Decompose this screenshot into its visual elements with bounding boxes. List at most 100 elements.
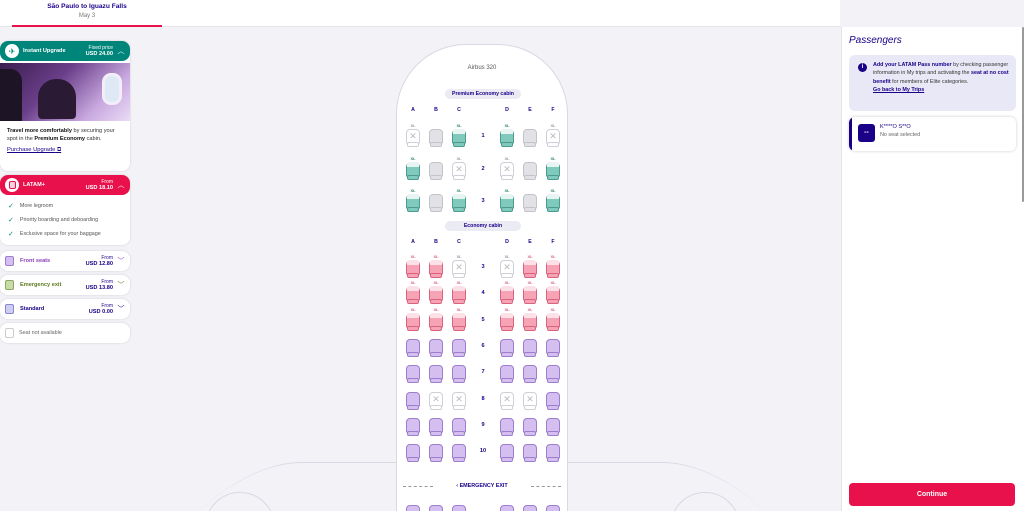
route-tab[interactable]: São Paulo to Iguazu Falls May 3 [12, 0, 162, 27]
seat-2f[interactable]: XL [545, 156, 561, 180]
seat-5a[interactable]: XL [405, 307, 421, 331]
seat-partial[interactable] [545, 505, 561, 511]
external-link-icon: ⧉ [56, 146, 62, 153]
seat-4a[interactable]: XL [405, 280, 421, 305]
latam-plus-title: LATAM+ [23, 182, 46, 188]
seat-2e [522, 161, 538, 180]
seat-7c[interactable] [451, 365, 467, 384]
seat-3f[interactable]: XL [545, 188, 561, 212]
feature-item: ✓ Exclusive space for your baggage [8, 231, 101, 238]
unavailable-icon: ✕ [455, 393, 463, 404]
seat-6e[interactable] [522, 338, 538, 357]
continue-button[interactable]: Continue [849, 483, 1015, 506]
seat-1b [428, 129, 444, 147]
seat-5d[interactable]: XL [499, 307, 515, 331]
seat-5f[interactable]: XL [545, 307, 561, 331]
seat-4c[interactable]: XL [451, 280, 467, 305]
info-icon: i [858, 63, 867, 72]
seat-7e[interactable] [522, 365, 538, 384]
seat-8b: ✕ [428, 391, 444, 410]
unavailable-icon: ✕ [503, 163, 511, 174]
column-letter-b: B [434, 239, 438, 245]
chevron-up-icon[interactable]: ︿ [117, 46, 125, 56]
seat-partial[interactable] [522, 505, 538, 511]
passenger-card[interactable]: -- K****O S**O No seat selected [849, 117, 1016, 151]
seat-5e[interactable]: XL [522, 307, 538, 331]
column-letter-f: F [551, 107, 555, 113]
seat-1d[interactable]: XL [499, 123, 515, 147]
xl-label: XL [433, 280, 439, 286]
seat-3f[interactable]: XL [545, 254, 561, 278]
seat-4b[interactable]: XL [428, 280, 444, 305]
seat-9c[interactable] [451, 417, 467, 436]
seat-7b[interactable] [428, 365, 444, 384]
column-letter-f: F [551, 239, 555, 245]
chevron-up-icon[interactable]: ︿ [117, 180, 125, 190]
seat-9f[interactable] [545, 417, 561, 436]
seat-10e[interactable] [522, 444, 538, 463]
seat-partial[interactable] [499, 505, 515, 511]
latam-plus-price: USD 18.10 [85, 184, 113, 191]
seat-3d[interactable]: XL [499, 188, 515, 212]
seat-5b[interactable]: XL [428, 307, 444, 331]
seat-2a[interactable]: XL [405, 156, 421, 180]
seat-8f[interactable] [545, 391, 561, 410]
seat-3a[interactable]: XL [405, 188, 421, 212]
unavailable-icon: ✕ [455, 262, 463, 272]
seat-4e[interactable]: XL [522, 280, 538, 305]
front-seats-row[interactable]: Front seats From USD 12.80 ﹀ [0, 251, 130, 271]
seat-3e[interactable]: XL [522, 254, 538, 278]
seat-6f[interactable] [545, 338, 561, 357]
emergency-exit-row[interactable]: Emergency exit From USD 13.80 ﹀ [0, 275, 130, 295]
purchase-upgrade-link[interactable]: Purchase Upgrade ⧉ [0, 144, 130, 157]
seat-8d: ✕ [499, 391, 515, 410]
seat-3b[interactable]: XL [428, 254, 444, 278]
seat-4d[interactable]: XL [499, 280, 515, 305]
seat-8a[interactable] [405, 391, 421, 410]
seat-icon [5, 328, 14, 338]
emergency-exit-title: Emergency exit [20, 282, 62, 288]
right-wing [543, 462, 783, 511]
row-number: 9 [481, 421, 485, 428]
seat-9d[interactable] [499, 417, 515, 436]
latam-plus-header[interactable]: LATAM+ From USD 18.10 ︿ [0, 175, 130, 195]
seat-10d[interactable] [499, 444, 515, 463]
row-number: 10 [479, 448, 487, 455]
seat-10f[interactable] [545, 444, 561, 463]
seat-3a[interactable]: XL [405, 254, 421, 278]
premium-cabin-label: Premium Economy cabin [445, 89, 521, 99]
seat-10b[interactable] [428, 444, 444, 463]
seat-10c[interactable] [451, 444, 467, 463]
row-number: 8 [481, 395, 485, 402]
xl-label: XL [504, 188, 510, 193]
seat-3c[interactable]: XL [451, 188, 467, 212]
instant-upgrade-header[interactable]: ✈ Instant Upgrade Fixed price USD 24.00 … [0, 41, 130, 61]
go-back-to-my-trips-link[interactable]: Go back to My Trips [873, 87, 924, 93]
seat-6b[interactable] [428, 338, 444, 357]
seat-9e[interactable] [522, 417, 538, 436]
seat-9a[interactable] [405, 417, 421, 436]
seat-6a[interactable] [405, 338, 421, 357]
xl-label: XL [504, 306, 510, 312]
seat-5c[interactable]: XL [451, 307, 467, 331]
seat-partial[interactable] [405, 505, 421, 511]
standard-row[interactable]: Standard From USD 0.00 ﹀ [0, 299, 130, 319]
row-number: 3 [481, 198, 485, 204]
unavailable-icon: ✕ [549, 131, 557, 141]
xl-label: XL [550, 188, 556, 193]
seat-6d[interactable] [499, 338, 515, 357]
seat-7f[interactable] [545, 365, 561, 384]
xl-label: XL [504, 155, 510, 161]
unavailable-icon: ✕ [526, 393, 534, 404]
seat-7d[interactable] [499, 365, 515, 384]
seat-10a[interactable] [405, 444, 421, 463]
seat-9b[interactable] [428, 417, 444, 436]
seat-1c[interactable]: XL [451, 123, 467, 147]
seat-icon [5, 304, 14, 314]
seat-6c[interactable] [451, 338, 467, 357]
seat-4f[interactable]: XL [545, 280, 561, 305]
seat-7a[interactable] [405, 365, 421, 384]
seat-partial[interactable] [451, 505, 467, 511]
xl-label: XL [410, 306, 416, 312]
seat-partial[interactable] [428, 505, 444, 511]
